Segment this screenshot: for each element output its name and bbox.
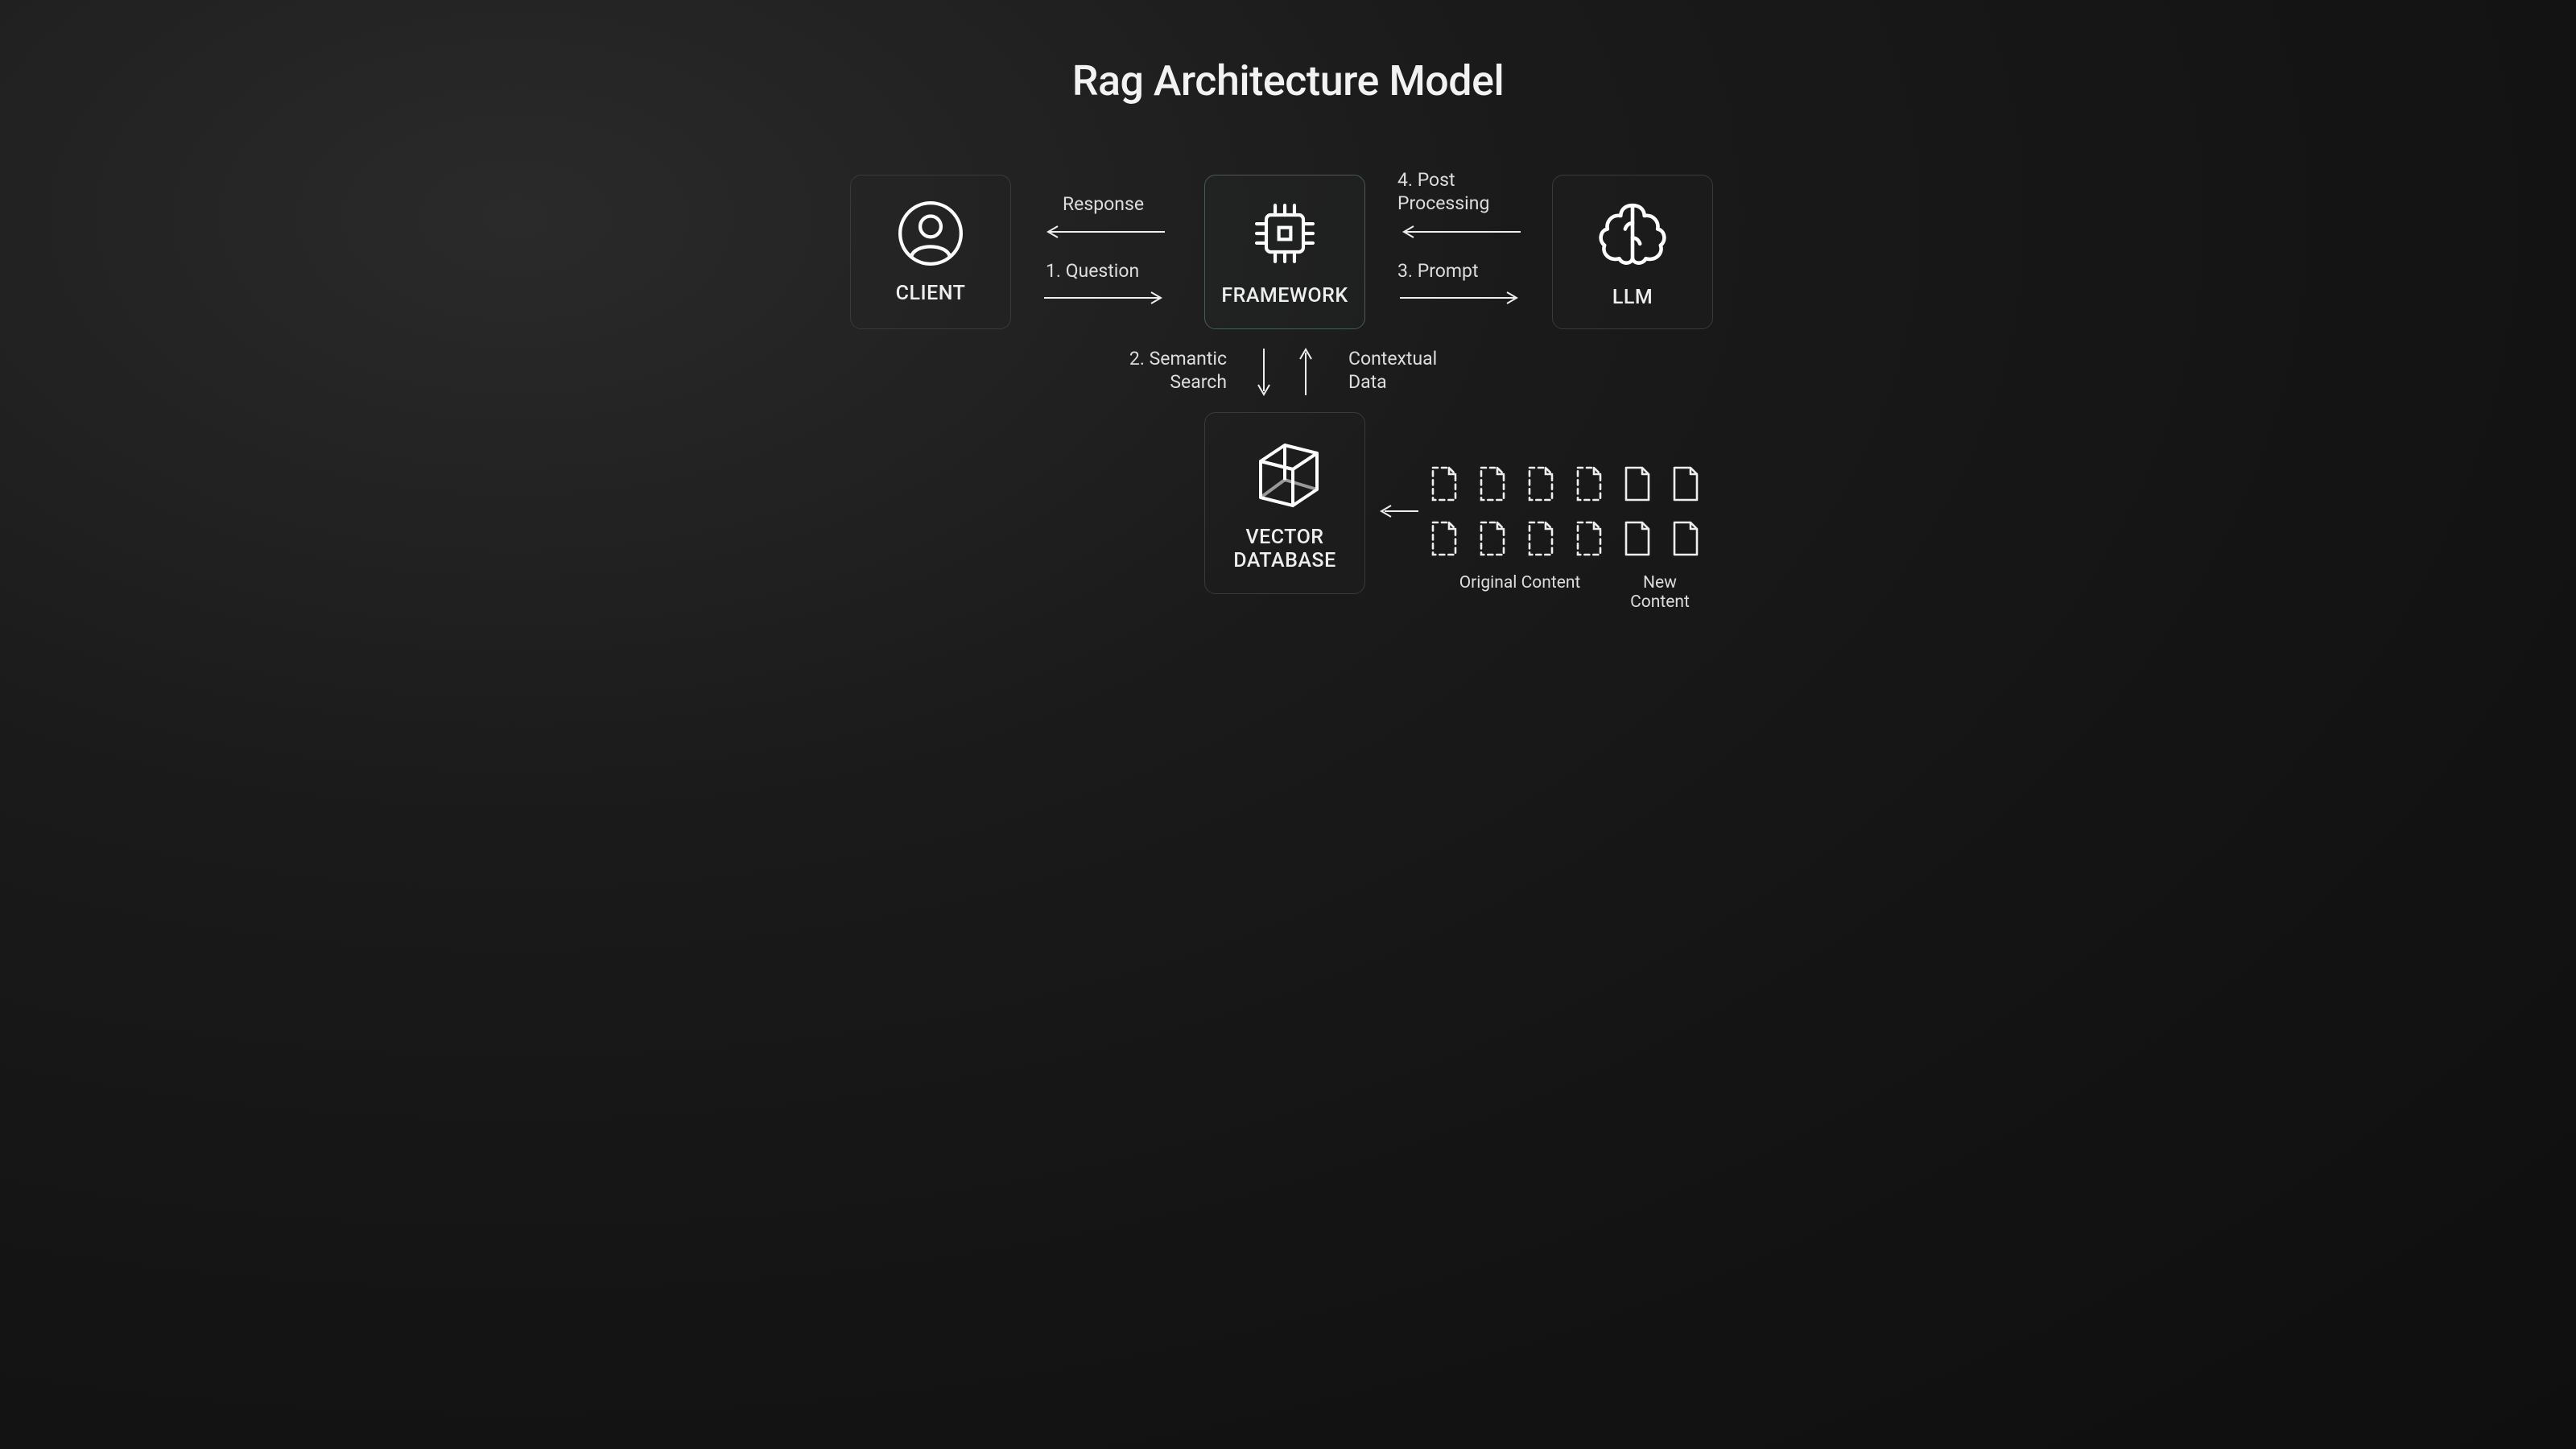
label-question: 1. Question (1046, 260, 1139, 283)
node-llm: LLM (1552, 175, 1713, 329)
arrow-framework-to-llm (1396, 290, 1525, 306)
original-doc-icon (1426, 518, 1462, 559)
original-doc-icon (1571, 464, 1607, 504)
arrow-vector-to-framework (1298, 345, 1314, 399)
original-doc-icon (1475, 518, 1510, 559)
label-response: Response (1063, 193, 1144, 217)
arrow-framework-to-vector (1256, 345, 1272, 399)
label-new-content: New Content (1613, 573, 1707, 612)
label-prompt: 3. Prompt (1397, 260, 1479, 283)
user-icon (896, 199, 965, 268)
diagram-stage: Rag Architecture Model CLIENT (702, 0, 1874, 657)
new-doc-icon (1668, 464, 1703, 504)
original-doc-icon (1523, 464, 1558, 504)
documents-area: Original Content New Content (1426, 464, 1707, 612)
cpu-icon (1248, 196, 1322, 270)
original-doc-icon (1523, 518, 1558, 559)
diagram-title: Rag Architecture Model (702, 56, 1874, 105)
new-doc-icon (1620, 518, 1655, 559)
arrow-framework-to-client (1040, 224, 1169, 240)
original-doc-icon (1475, 464, 1510, 504)
label-post-processing: 4. PostProcessing (1397, 169, 1489, 216)
new-doc-icon (1668, 518, 1703, 559)
arrow-client-to-framework (1040, 290, 1169, 306)
node-client: CLIENT (850, 175, 1011, 329)
documents-grid (1426, 464, 1707, 559)
brain-icon (1588, 195, 1677, 272)
node-framework-label: FRAMEWORK (1221, 285, 1348, 308)
node-framework: FRAMEWORK (1204, 175, 1365, 329)
original-doc-icon (1426, 464, 1462, 504)
label-contextual-data: ContextualData (1348, 348, 1437, 394)
new-doc-icon (1620, 464, 1655, 504)
cube-icon (1245, 433, 1325, 514)
node-vector-database: VECTORDATABASE (1204, 412, 1365, 594)
node-client-label: CLIENT (896, 283, 966, 306)
node-llm-label: LLM (1612, 287, 1653, 310)
label-semantic-search: 2. SemanticSearch (1122, 348, 1227, 394)
arrow-llm-to-framework (1396, 224, 1525, 240)
node-vector-label: VECTORDATABASE (1233, 526, 1335, 573)
arrow-docs-to-vector (1377, 503, 1422, 519)
original-doc-icon (1571, 518, 1607, 559)
label-original-content: Original Content (1426, 573, 1613, 612)
